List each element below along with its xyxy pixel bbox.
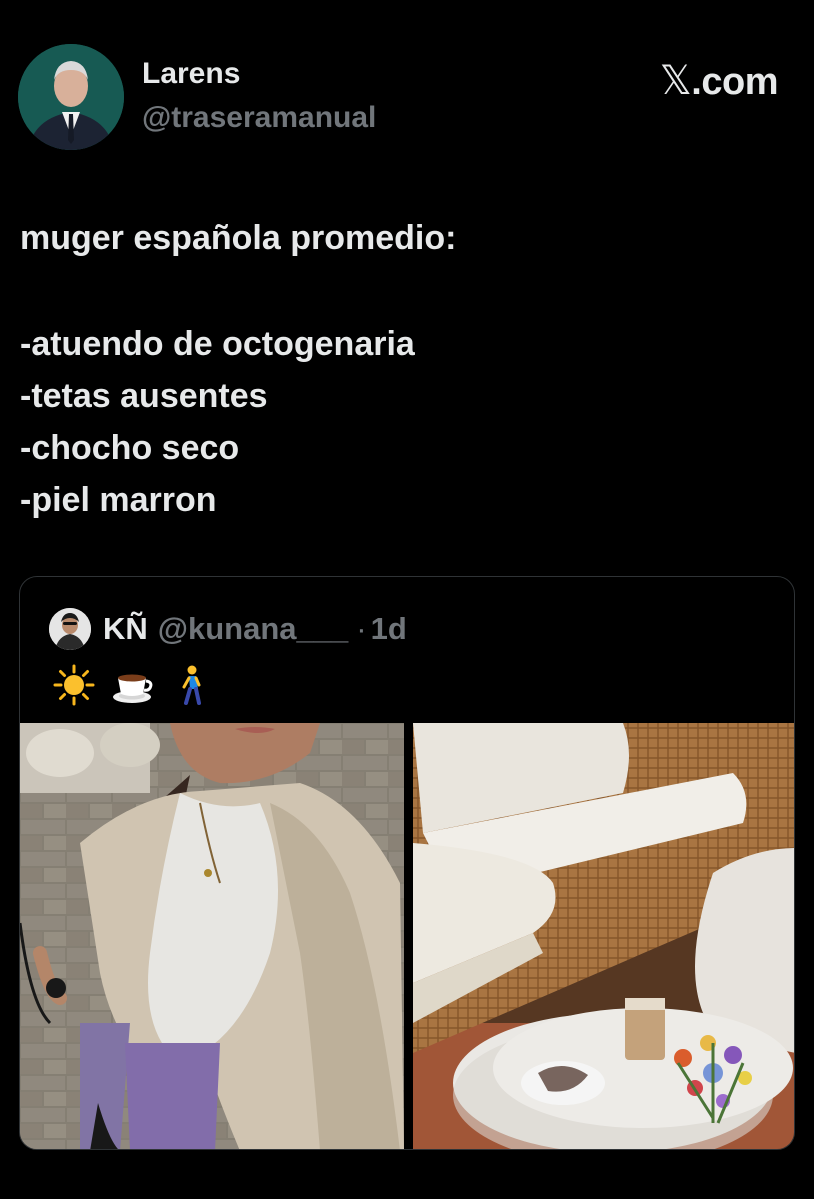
tweet-line: -atuendo de octogenaria bbox=[20, 325, 415, 363]
tweet-line: -tetas ausentes bbox=[20, 377, 268, 415]
author-display-name[interactable]: Larens bbox=[142, 56, 376, 92]
author-handle[interactable]: @traseramanual bbox=[142, 98, 376, 138]
tweet-body: muger española promedio: -atuendo de oct… bbox=[20, 212, 794, 526]
tweet-line: muger española promedio: bbox=[20, 219, 457, 257]
author-names: Larens @traseramanual bbox=[142, 56, 376, 138]
quoted-tweet-card[interactable]: KÑ @kunana___ · 1d bbox=[19, 576, 795, 1150]
quoted-display-name[interactable]: KÑ bbox=[103, 611, 148, 647]
tweet-line: -chocho seco bbox=[20, 429, 240, 467]
quoted-handle[interactable]: @kunana___ bbox=[158, 611, 348, 647]
quoted-timestamp[interactable]: 1d bbox=[371, 611, 407, 647]
sun-emoji-icon bbox=[52, 663, 96, 707]
author-avatar[interactable] bbox=[18, 44, 124, 150]
dot-separator: · bbox=[356, 611, 367, 646]
selfie-photo-image bbox=[20, 723, 404, 1149]
tweet-line: -piel marron bbox=[20, 481, 217, 519]
x-brand-logo: 𝕏.com bbox=[659, 58, 779, 104]
terrace-photo[interactable] bbox=[413, 723, 794, 1149]
avatar-image bbox=[18, 44, 124, 150]
coffee-cup-emoji-icon bbox=[110, 663, 154, 707]
terrace-photo-image bbox=[413, 723, 794, 1149]
brand-suffix: .com bbox=[691, 61, 778, 103]
quoted-author-avatar[interactable] bbox=[49, 608, 91, 650]
quoted-avatar-image bbox=[49, 608, 91, 650]
x-logo-icon: 𝕏 bbox=[659, 58, 692, 104]
quoted-tweet-text bbox=[52, 663, 212, 707]
walking-person-emoji-icon bbox=[168, 663, 212, 707]
quoted-media-grid bbox=[20, 723, 794, 1149]
selfie-photo[interactable] bbox=[20, 723, 404, 1149]
quoted-tweet-header: KÑ @kunana___ · 1d bbox=[49, 608, 407, 650]
tweet-header: Larens @traseramanual 𝕏.com bbox=[18, 44, 778, 150]
